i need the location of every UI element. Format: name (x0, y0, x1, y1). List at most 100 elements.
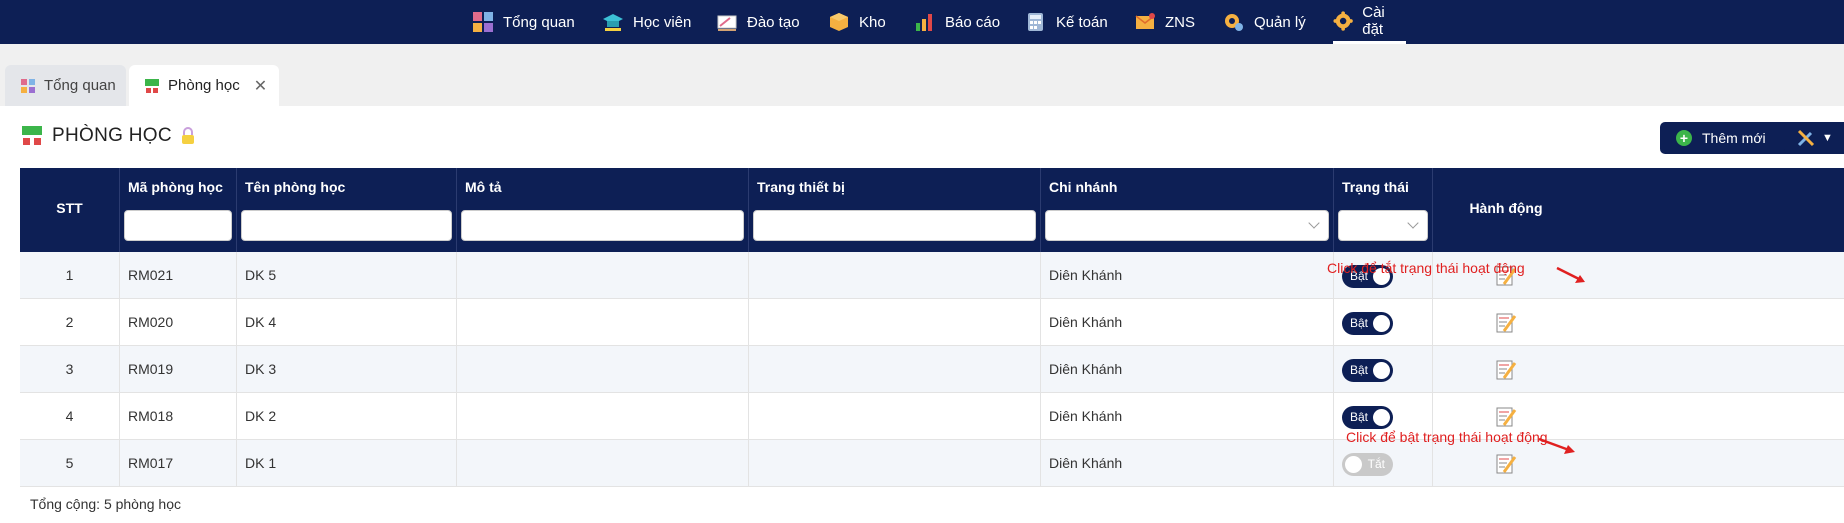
page-title: PHÒNG HỌC (21, 125, 196, 147)
table-row: 3 RM019 DK 3 Diên Khánh Bật (20, 346, 1844, 393)
filter-name-input[interactable] (241, 210, 452, 241)
close-icon[interactable]: ✕ (254, 76, 267, 96)
cell-stt: 3 (20, 346, 120, 393)
chevron-down-icon: ▼ (1822, 132, 1833, 144)
table-header: STT Mã phòng học Tên phòng học Mô tả Tra… (20, 168, 1844, 252)
header-equipment: Trang thiết bị (749, 168, 1041, 252)
nav-label: Cài đặt (1362, 3, 1385, 38)
cell-equipment (749, 440, 1041, 487)
nav-item-cai-dat[interactable]: Cài đặt (1333, 0, 1406, 44)
settings-gear-icon (1333, 10, 1353, 31)
cell-name: DK 1 (237, 440, 457, 487)
nav-item-zns[interactable]: ZNS (1134, 0, 1195, 44)
cell-name: DK 3 (237, 346, 457, 393)
cell-branch: Diên Khánh (1041, 440, 1334, 487)
chevron-down-icon (1407, 217, 1419, 229)
header-branch: Chi nhánh (1041, 168, 1334, 252)
cell-code: RM021 (120, 252, 237, 299)
classroom-icon (22, 126, 42, 145)
box-icon (830, 13, 848, 31)
cell-stt: 4 (20, 393, 120, 440)
tab-label: Phòng học (168, 77, 240, 94)
nav-label: Kho (859, 13, 886, 31)
edit-icon[interactable] (1494, 358, 1518, 382)
table-total: Tổng cộng: 5 phòng học (30, 496, 182, 512)
main-panel: PHÒNG HỌC + Thêm mới ▼ STT Mã phòng học … (0, 106, 1844, 523)
cell-desc (457, 299, 749, 346)
teacher-board-icon (717, 15, 737, 31)
nav-label: Quản lý (1254, 13, 1306, 31)
nav-item-ke-toan[interactable]: Kế toán (1025, 0, 1108, 44)
classroom-icon (145, 78, 159, 93)
cell-code: RM019 (120, 346, 237, 393)
annotation-on-hint: Click để bật trạng thái hoạt động (1346, 429, 1548, 445)
cell-desc (457, 440, 749, 487)
cell-equipment (749, 252, 1041, 299)
cell-status: Bật (1334, 299, 1433, 346)
status-toggle[interactable]: Bật (1342, 359, 1393, 382)
dashboard-icon (473, 12, 493, 32)
status-toggle[interactable]: Tắt (1342, 453, 1393, 476)
nav-label: Học viên (633, 13, 692, 31)
header-code: Mã phòng học (120, 168, 237, 252)
lock-icon (181, 127, 194, 144)
nav-item-hoc-vien[interactable]: Học viên (602, 0, 691, 44)
filter-code-input[interactable] (124, 210, 232, 241)
management-gear-icon (1225, 14, 1243, 31)
bar-chart-icon (916, 14, 932, 31)
cell-branch: Diên Khánh (1041, 393, 1334, 440)
nav-label: Tổng quan (503, 13, 575, 31)
top-navigation: Tổng quan Học viên Đào tạo Kho Báo cáo K… (0, 0, 1844, 44)
nav-item-bao-cao[interactable]: Báo cáo (914, 0, 1000, 44)
annotation-arrow-icon (1556, 266, 1585, 283)
cell-code: RM018 (120, 393, 237, 440)
tab-phong-hoc[interactable]: Phòng học ✕ (129, 65, 279, 106)
filter-desc-input[interactable] (461, 210, 744, 241)
nav-item-dao-tao[interactable]: Đào tạo (716, 0, 800, 44)
nav-item-kho[interactable]: Kho (828, 0, 886, 44)
table-row: 4 RM018 DK 2 Diên Khánh Bật (20, 393, 1844, 440)
filter-branch-select[interactable] (1045, 210, 1329, 241)
add-new-label: Thêm mới (1702, 130, 1766, 146)
status-toggle[interactable]: Bật (1342, 312, 1393, 335)
nav-item-tong-quan[interactable]: Tổng quan (472, 0, 575, 44)
cell-desc (457, 252, 749, 299)
tab-tong-quan[interactable]: Tổng quan (5, 65, 126, 106)
nav-label: Kế toán (1056, 13, 1108, 31)
tools-dropdown-button[interactable]: ▼ (1784, 122, 1844, 154)
mail-icon (1135, 13, 1155, 29)
cell-status: Tắt (1334, 440, 1433, 487)
tools-icon (1797, 129, 1815, 147)
cell-code: RM017 (120, 440, 237, 487)
cell-equipment (749, 299, 1041, 346)
nav-label: ZNS (1165, 13, 1195, 31)
filter-equipment-input[interactable] (753, 210, 1036, 241)
status-toggle[interactable]: Bật (1342, 406, 1393, 429)
cell-desc (457, 393, 749, 440)
table-row: 2 RM020 DK 4 Diên Khánh Bật (20, 299, 1844, 346)
cell-equipment (749, 346, 1041, 393)
dashboard-icon (21, 78, 35, 93)
graduation-cap-icon (603, 14, 623, 31)
plus-icon: + (1676, 130, 1692, 146)
cell-desc (457, 346, 749, 393)
header-stt: STT (20, 168, 120, 252)
nav-item-quan-ly[interactable]: Quản lý (1223, 0, 1306, 44)
page-title-text: PHÒNG HỌC (52, 125, 172, 146)
cell-stt: 5 (20, 440, 120, 487)
annotation-arrow-icon (1538, 437, 1575, 454)
cell-status: Bật (1334, 346, 1433, 393)
nav-label: Báo cáo (945, 13, 1001, 31)
cell-branch: Diên Khánh (1041, 252, 1334, 299)
cell-name: DK 2 (237, 393, 457, 440)
edit-icon[interactable] (1494, 405, 1518, 429)
cell-stt: 2 (20, 299, 120, 346)
filter-status-select[interactable] (1338, 210, 1428, 241)
cell-branch: Diên Khánh (1041, 299, 1334, 346)
edit-icon[interactable] (1494, 452, 1518, 476)
cell-action (1433, 299, 1579, 346)
cell-stt: 1 (20, 252, 120, 299)
edit-icon[interactable] (1494, 311, 1518, 335)
tab-label: Tổng quan (44, 77, 116, 94)
header-name: Tên phòng học (237, 168, 457, 252)
